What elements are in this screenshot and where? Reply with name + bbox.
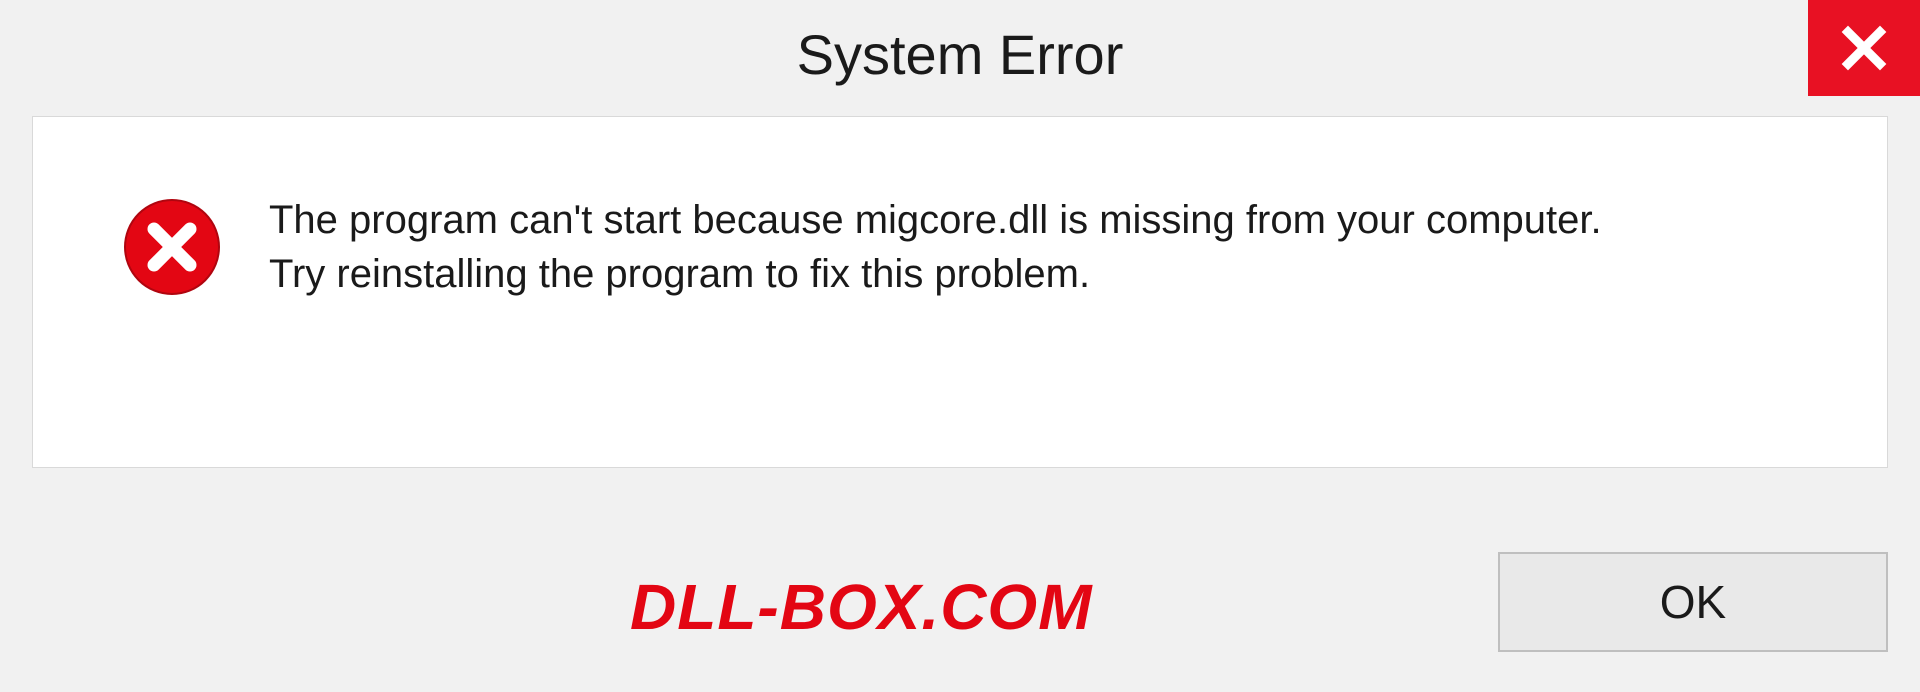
ok-button[interactable]: OK [1498,552,1888,652]
dialog-footer: DLL-BOX.COM OK [0,492,1920,692]
watermark-text: DLL-BOX.COM [630,570,1093,644]
titlebar: System Error [0,0,1920,96]
close-button[interactable] [1808,0,1920,96]
error-icon [123,198,221,296]
close-icon [1840,24,1888,72]
dialog-title: System Error [797,22,1124,87]
error-message-line1: The program can't start because migcore.… [269,193,1602,247]
content-row: The program can't start because migcore.… [73,193,1847,301]
dialog-content: The program can't start because migcore.… [32,116,1888,468]
error-message: The program can't start because migcore.… [269,193,1602,301]
error-message-line2: Try reinstalling the program to fix this… [269,247,1602,301]
